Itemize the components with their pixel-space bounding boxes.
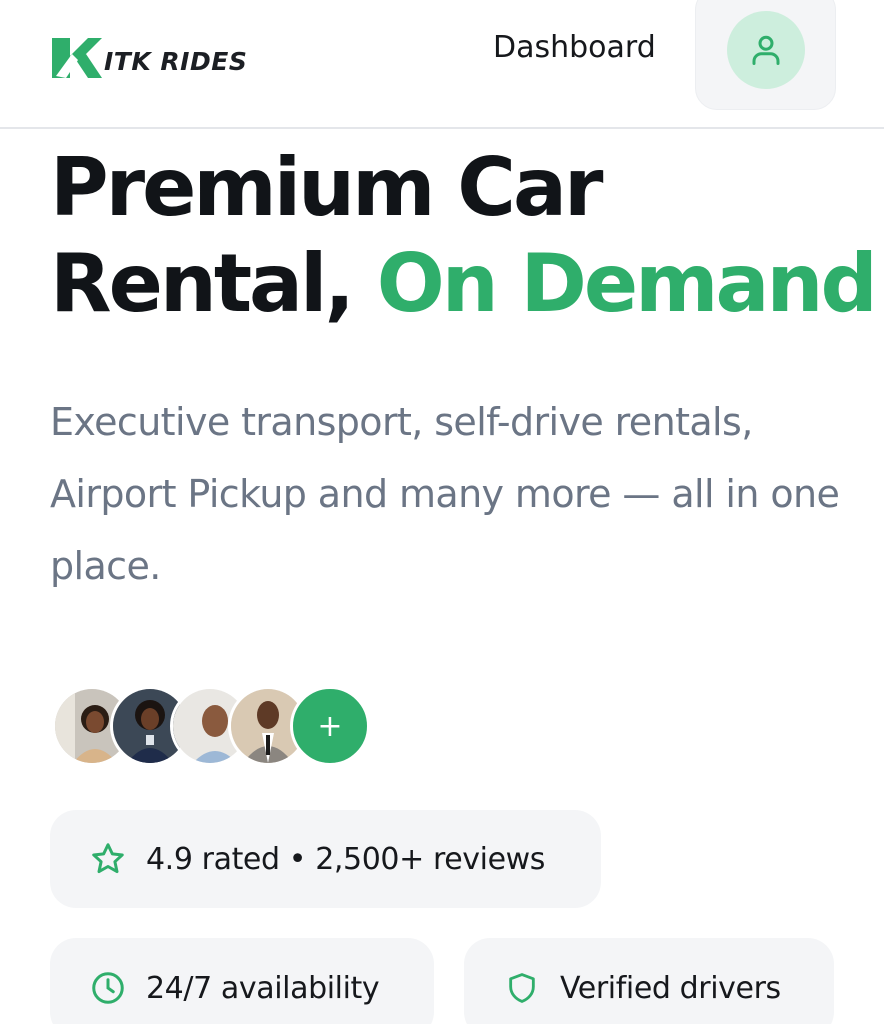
availability-badge: 24/7 availability	[50, 938, 434, 1024]
verified-drivers-badge: Verified drivers	[464, 938, 834, 1024]
nav-dashboard-link[interactable]: Dashboard	[493, 30, 656, 65]
verified-drivers-text: Verified drivers	[560, 970, 781, 1006]
user-icon	[752, 35, 780, 65]
user-profile-button[interactable]	[695, 0, 836, 110]
avatar	[727, 11, 805, 89]
hero-title: Premium Car Rental, On Demand	[50, 140, 878, 332]
brand-logo[interactable]: ITK RIDES	[52, 36, 247, 80]
hero-title-line2: Rental,	[50, 237, 377, 330]
logo-text: ITK RIDES	[104, 46, 248, 76]
hero-title-line1: Premium Car	[50, 141, 603, 234]
rating-badge: 4.9 rated • 2,500+ reviews	[50, 810, 601, 908]
shield-icon	[502, 968, 542, 1008]
clock-icon	[88, 968, 128, 1008]
more-customers-button[interactable]: +	[290, 686, 370, 766]
logo-mark-icon	[52, 38, 102, 78]
star-icon	[88, 839, 128, 879]
top-navbar: ITK RIDES Dashboard	[0, 0, 884, 129]
hero-title-accent: On Demand	[376, 237, 878, 330]
rating-text: 4.9 rated • 2,500+ reviews	[146, 841, 545, 877]
availability-text: 24/7 availability	[146, 970, 380, 1006]
hero-subtitle: Executive transport, self-drive rentals,…	[50, 400, 840, 588]
